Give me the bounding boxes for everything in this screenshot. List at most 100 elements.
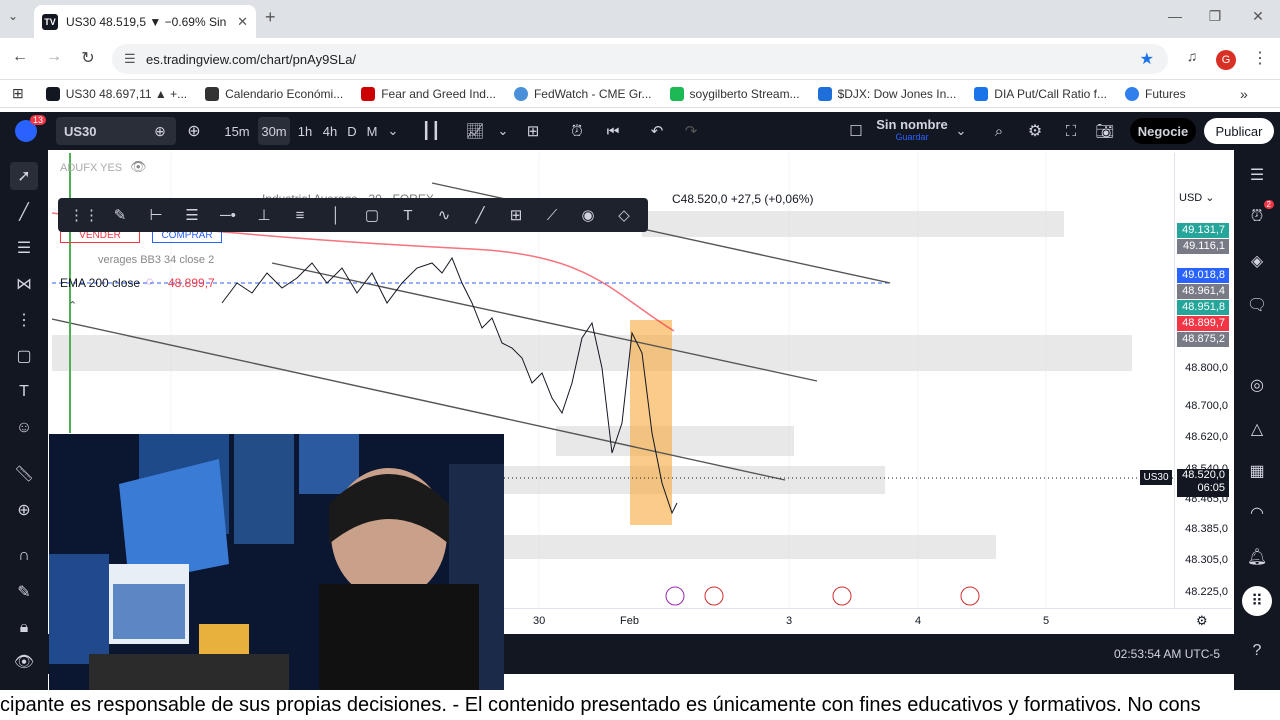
- bookmark-item[interactable]: $DJX: Dow Jones In...: [817, 86, 956, 101]
- path-icon[interactable]: ∿: [426, 198, 462, 232]
- profile-avatar[interactable]: G: [1216, 50, 1236, 70]
- text-tool-icon[interactable]: T: [390, 198, 426, 232]
- tab-search-button[interactable]: ⌄: [8, 9, 18, 23]
- extended-line-icon[interactable]: ⟋: [534, 198, 570, 232]
- publish-button[interactable]: Publicar: [1204, 118, 1274, 144]
- interval-m[interactable]: M: [364, 112, 380, 150]
- lines-icon[interactable]: ≡: [282, 198, 318, 232]
- bookmark-item[interactable]: Fear and Greed Ind...: [361, 86, 496, 101]
- bookmark-item[interactable]: FedWatch - CME Gr...: [513, 86, 652, 101]
- fib-icon[interactable]: ☰: [10, 234, 38, 262]
- interval-15m[interactable]: 15m: [222, 112, 252, 150]
- forward-button[interactable]: →: [42, 48, 66, 66]
- add-symbol-icon[interactable]: ⊕: [183, 112, 205, 150]
- calendar-icon[interactable]: ▦: [1244, 458, 1270, 484]
- grid-tool-icon[interactable]: ⊞: [498, 198, 534, 232]
- reload-button[interactable]: ↻: [76, 48, 100, 68]
- layers-icon[interactable]: ◈: [1244, 248, 1270, 274]
- zone-rect[interactable]: [642, 211, 1064, 237]
- indicators-icon[interactable]: 📈︎: [464, 112, 486, 150]
- settings-icon[interactable]: ⚙: [1024, 112, 1046, 150]
- us-event-icon[interactable]: [960, 586, 980, 606]
- address-bar[interactable]: ☰ es.tradingview.com/chart/pnAy9SLa/ ★: [112, 44, 1168, 74]
- circle-tool-icon[interactable]: ◉: [570, 198, 606, 232]
- rectangle-tool-icon[interactable]: ▢: [354, 198, 390, 232]
- trend-tool-icon[interactable]: ╱: [462, 198, 498, 232]
- zone-rect[interactable]: [556, 426, 794, 456]
- screenshot-icon[interactable]: 📷︎: [1094, 112, 1116, 150]
- help-icon[interactable]: ?: [1244, 638, 1270, 664]
- bookmark-star-icon[interactable]: ★: [1140, 49, 1154, 69]
- watchlist-icon[interactable]: ☰: [1244, 162, 1270, 188]
- minimize-button[interactable]: —: [1160, 8, 1190, 24]
- pattern-icon[interactable]: ⋈: [10, 270, 38, 298]
- site-info-icon[interactable]: ☰: [124, 51, 136, 67]
- vertical-line-icon[interactable]: │: [318, 198, 354, 232]
- bookmark-item[interactable]: DIA Put/Call Ratio f...: [974, 86, 1107, 101]
- bookmark-item[interactable]: Futures: [1125, 86, 1186, 101]
- indicators-dropdown-icon[interactable]: ⌄: [496, 112, 510, 150]
- hide-indicator-icon[interactable]: 👁︎: [130, 159, 147, 175]
- clock[interactable]: 02:53:54 AM UTC-5: [1114, 647, 1220, 661]
- cursor-icon[interactable]: ➚: [10, 162, 38, 190]
- ideas-icon[interactable]: △: [1244, 416, 1270, 442]
- magnet-icon[interactable]: ∩: [10, 542, 38, 570]
- vertical-range-icon[interactable]: ⊥: [246, 198, 282, 232]
- news-icon[interactable]: ◠: [1244, 500, 1270, 526]
- hotlist-icon[interactable]: ◎: [1244, 372, 1270, 398]
- quick-search-icon[interactable]: ⌕: [988, 112, 1010, 150]
- close-tab-icon[interactable]: ✕: [237, 14, 248, 30]
- zoom-icon[interactable]: ⊕: [10, 496, 38, 524]
- compare-icon[interactable]: ⊕: [150, 112, 170, 150]
- forecast-icon[interactable]: ⋮: [10, 306, 38, 334]
- lock-icon[interactable]: 🔒︎: [10, 614, 38, 642]
- zone-rect[interactable]: [52, 335, 1132, 371]
- indicator-adufx-label[interactable]: ADUFX YES: [60, 162, 122, 174]
- chart-type-icon[interactable]: ┃┃: [420, 112, 442, 150]
- bookmark-item[interactable]: Calendario Económi...: [205, 86, 343, 101]
- layout-name[interactable]: Sin nombre Guardar: [876, 112, 948, 150]
- price-axis[interactable]: USD ⌄ 49.131,7 49.116,1 49.018,8 48.961,…: [1174, 153, 1232, 608]
- browser-menu-icon[interactable]: ⋮: [1248, 48, 1272, 68]
- media-control-icon[interactable]: ♫: [1180, 48, 1204, 64]
- bb-indicator-label[interactable]: verages BB3 34 close 2: [98, 254, 214, 266]
- brush-icon[interactable]: ✎: [102, 198, 138, 232]
- browser-tab[interactable]: TV US30 48.519,5 ▼ −0.69% Sin no ✕: [34, 5, 256, 38]
- text-icon[interactable]: T: [10, 378, 38, 406]
- currency-selector[interactable]: USD ⌄: [1179, 191, 1215, 204]
- interval-1h[interactable]: 1h: [295, 112, 315, 150]
- shape-icon[interactable]: ▢: [10, 342, 38, 370]
- redo-icon[interactable]: ↷: [680, 112, 702, 150]
- ema-settings-icon[interactable]: ◌: [146, 274, 153, 288]
- chat-icon[interactable]: 🗨︎: [1244, 292, 1270, 318]
- eye-icon[interactable]: 👁︎: [10, 648, 38, 676]
- interval-d[interactable]: D: [345, 112, 359, 150]
- restore-button[interactable]: ❐: [1200, 8, 1230, 25]
- layout-checkbox-icon[interactable]: ☐: [846, 112, 866, 150]
- emoji-icon[interactable]: ☺: [10, 414, 38, 442]
- close-window-button[interactable]: ✕: [1243, 8, 1273, 25]
- new-tab-button[interactable]: +: [265, 7, 276, 28]
- ema-indicator-label[interactable]: EMA 200 close: [60, 276, 140, 290]
- alert-icon[interactable]: ⏰︎: [566, 112, 588, 150]
- ruler-icon[interactable]: 📏︎: [10, 460, 38, 488]
- collapse-legend-icon[interactable]: ⌃: [68, 299, 77, 312]
- event-icon[interactable]: [665, 586, 685, 606]
- range-icon[interactable]: ⊢: [138, 198, 174, 232]
- trade-button[interactable]: Negocie: [1130, 118, 1196, 144]
- us-event-icon[interactable]: [704, 586, 724, 606]
- alerts-icon[interactable]: ⏰︎ 2: [1244, 200, 1274, 230]
- bookmark-item[interactable]: soygilberto Stream...: [669, 86, 800, 101]
- replay-icon[interactable]: ⏮: [602, 112, 624, 150]
- drag-handle-icon[interactable]: ⋮⋮: [66, 198, 102, 232]
- layout-grid-icon[interactable]: ⊞: [522, 112, 544, 150]
- us-event-icon[interactable]: [832, 586, 852, 606]
- interval-dropdown-icon[interactable]: ⌄: [386, 112, 400, 150]
- fib-tool-icon[interactable]: ☰: [174, 198, 210, 232]
- back-button[interactable]: ←: [8, 48, 32, 66]
- more-bookmarks-icon[interactable]: »: [1240, 86, 1248, 102]
- zone-rect[interactable]: [472, 466, 885, 494]
- horizontal-ray-icon[interactable]: ─•: [210, 198, 246, 232]
- apps-grid-icon[interactable]: ⠿: [1242, 586, 1272, 616]
- axis-settings-icon[interactable]: ⚙: [1196, 613, 1208, 629]
